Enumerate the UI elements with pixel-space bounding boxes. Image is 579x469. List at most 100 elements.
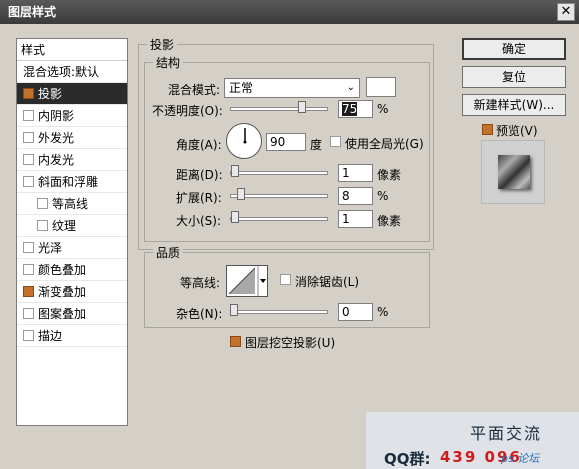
style-item-checkbox[interactable] — [23, 264, 34, 275]
dialog-title: 图层样式 — [8, 5, 57, 19]
contour-picker[interactable] — [226, 265, 268, 297]
style-item-label: 图案叠加 — [38, 307, 87, 321]
noise-input[interactable]: 0 — [338, 303, 373, 321]
angle-input[interactable]: 90 — [266, 133, 306, 151]
style-item[interactable]: 斜面和浮雕 — [17, 171, 127, 193]
spread-percent: % — [377, 189, 389, 203]
distance-unit: 像素 — [377, 168, 402, 182]
style-item-checkbox[interactable] — [23, 154, 34, 165]
style-item[interactable]: 颜色叠加 — [17, 259, 127, 281]
blend-mode-label: 混合模式: — [168, 83, 221, 97]
size-unit: 像素 — [377, 214, 402, 228]
ok-button[interactable]: 确定 — [462, 38, 566, 60]
style-item-label: 投影 — [38, 87, 63, 101]
knockout-checkbox[interactable] — [230, 336, 241, 347]
style-item[interactable]: 光泽 — [17, 237, 127, 259]
noise-value: 0 — [342, 305, 350, 319]
distance-label: 距离(D): — [176, 168, 223, 182]
contour-curve-icon — [228, 266, 266, 296]
style-preview — [481, 140, 545, 204]
size-value: 1 — [342, 212, 350, 226]
style-item[interactable]: 外发光 — [17, 127, 127, 149]
opacity-percent: % — [377, 102, 389, 116]
style-item[interactable]: 纹理 — [17, 215, 127, 237]
style-item[interactable]: 渐变叠加 — [17, 281, 127, 303]
drop-shadow-title: 投影 — [147, 36, 178, 53]
style-item[interactable]: 图案叠加 — [17, 303, 127, 325]
watermark-banner: 平面交流 QQ群: 439 096 ps 论坛 — [366, 412, 579, 469]
preview-checkbox[interactable] — [482, 124, 493, 135]
style-item-label: 外发光 — [38, 131, 75, 145]
style-item-checkbox[interactable] — [23, 308, 34, 319]
antialias-checkbox[interactable] — [280, 274, 291, 285]
watermark-title: 平面交流 — [470, 424, 543, 443]
distance-value: 1 — [342, 166, 350, 180]
close-icon: ✕ — [560, 4, 572, 19]
spread-label: 扩展(R): — [176, 191, 222, 205]
preview-label[interactable]: 预览(V) — [496, 122, 538, 139]
style-item-checkbox[interactable] — [23, 176, 34, 187]
angle-dial[interactable] — [226, 123, 262, 159]
style-item[interactable]: 内发光 — [17, 149, 127, 171]
style-item-label: 斜面和浮雕 — [38, 175, 99, 189]
chevron-down-icon: ⌄ — [346, 82, 355, 93]
distance-input[interactable]: 1 — [338, 164, 373, 182]
style-item-checkbox[interactable] — [37, 220, 48, 231]
style-item[interactable]: 描边 — [17, 325, 127, 347]
style-item-label: 等高线 — [52, 197, 89, 211]
style-item-checkbox[interactable] — [23, 330, 34, 341]
structure-title: 结构 — [153, 54, 184, 71]
close-button[interactable]: ✕ — [557, 3, 575, 21]
knockout-label[interactable]: 图层挖空投影(U) — [245, 334, 335, 351]
shadow-color-swatch[interactable] — [366, 77, 396, 97]
style-item-label: 描边 — [38, 329, 63, 343]
spread-input[interactable]: 8 — [338, 187, 373, 205]
style-item-checkbox[interactable] — [23, 286, 34, 297]
global-light-checkbox[interactable] — [330, 136, 341, 147]
dialog-body: 样式 混合选项:默认 投影 内阴影 外发光 内发光 斜面和浮雕 等高线 纹理 光泽 颜色叠加 渐变叠… — [0, 24, 579, 469]
style-item[interactable]: 内阴影 — [17, 105, 127, 127]
watermark-logo: ps 论坛 — [501, 452, 540, 465]
distance-slider-thumb[interactable] — [230, 165, 239, 177]
reset-button[interactable]: 复位 — [462, 66, 566, 88]
angle-label: 角度(A): — [176, 138, 222, 152]
style-item-checkbox[interactable] — [37, 198, 48, 209]
opacity-slider-track[interactable] — [230, 107, 328, 111]
angle-dial-needle — [243, 128, 247, 144]
opacity-label: 不透明度(O): — [152, 104, 223, 118]
styles-list: 样式 混合选项:默认投影内阴影外发光内发光斜面和浮雕等高线纹理光泽颜色叠加渐变叠… — [16, 38, 128, 426]
distance-slider-track[interactable] — [230, 171, 328, 175]
size-input[interactable]: 1 — [338, 210, 373, 228]
size-slider-track[interactable] — [230, 217, 328, 221]
blend-mode-select[interactable]: 正常 ⌄ — [224, 78, 360, 98]
size-slider-thumb[interactable] — [230, 211, 239, 223]
global-light-label[interactable]: 使用全局光(G) — [345, 135, 424, 152]
style-item-checkbox[interactable] — [23, 88, 34, 99]
styles-list-header[interactable]: 样式 — [17, 39, 127, 61]
style-item[interactable]: 等高线 — [17, 193, 127, 215]
opacity-value: 75 — [342, 102, 358, 116]
noise-slider-track[interactable] — [230, 310, 328, 314]
new-style-button[interactable]: 新建样式(W)... — [462, 94, 566, 116]
blend-mode-value: 正常 — [229, 81, 254, 95]
quality-title: 品质 — [153, 244, 184, 261]
spread-slider-thumb[interactable] — [237, 188, 246, 200]
style-item[interactable]: 混合选项:默认 — [17, 61, 127, 83]
noise-percent: % — [377, 305, 389, 319]
antialias-label[interactable]: 消除锯齿(L) — [295, 273, 359, 290]
opacity-slider-thumb[interactable] — [297, 101, 306, 113]
style-item-checkbox[interactable] — [23, 242, 34, 253]
styles-items: 混合选项:默认投影内阴影外发光内发光斜面和浮雕等高线纹理光泽颜色叠加渐变叠加图案… — [17, 61, 127, 347]
opacity-input[interactable]: 75 — [338, 100, 373, 118]
style-item-label: 光泽 — [38, 241, 63, 255]
style-item-label: 内发光 — [38, 153, 75, 167]
style-item-checkbox[interactable] — [23, 132, 34, 143]
style-item-label: 纹理 — [52, 219, 77, 233]
style-item-label: 颜色叠加 — [38, 263, 87, 277]
noise-slider-thumb[interactable] — [230, 304, 238, 316]
style-item[interactable]: 投影 — [17, 83, 127, 105]
size-label: 大小(S): — [176, 214, 222, 228]
style-item-checkbox[interactable] — [23, 110, 34, 121]
style-item-label: 内阴影 — [38, 109, 75, 123]
style-item-label: 混合选项:默认 — [23, 65, 100, 79]
